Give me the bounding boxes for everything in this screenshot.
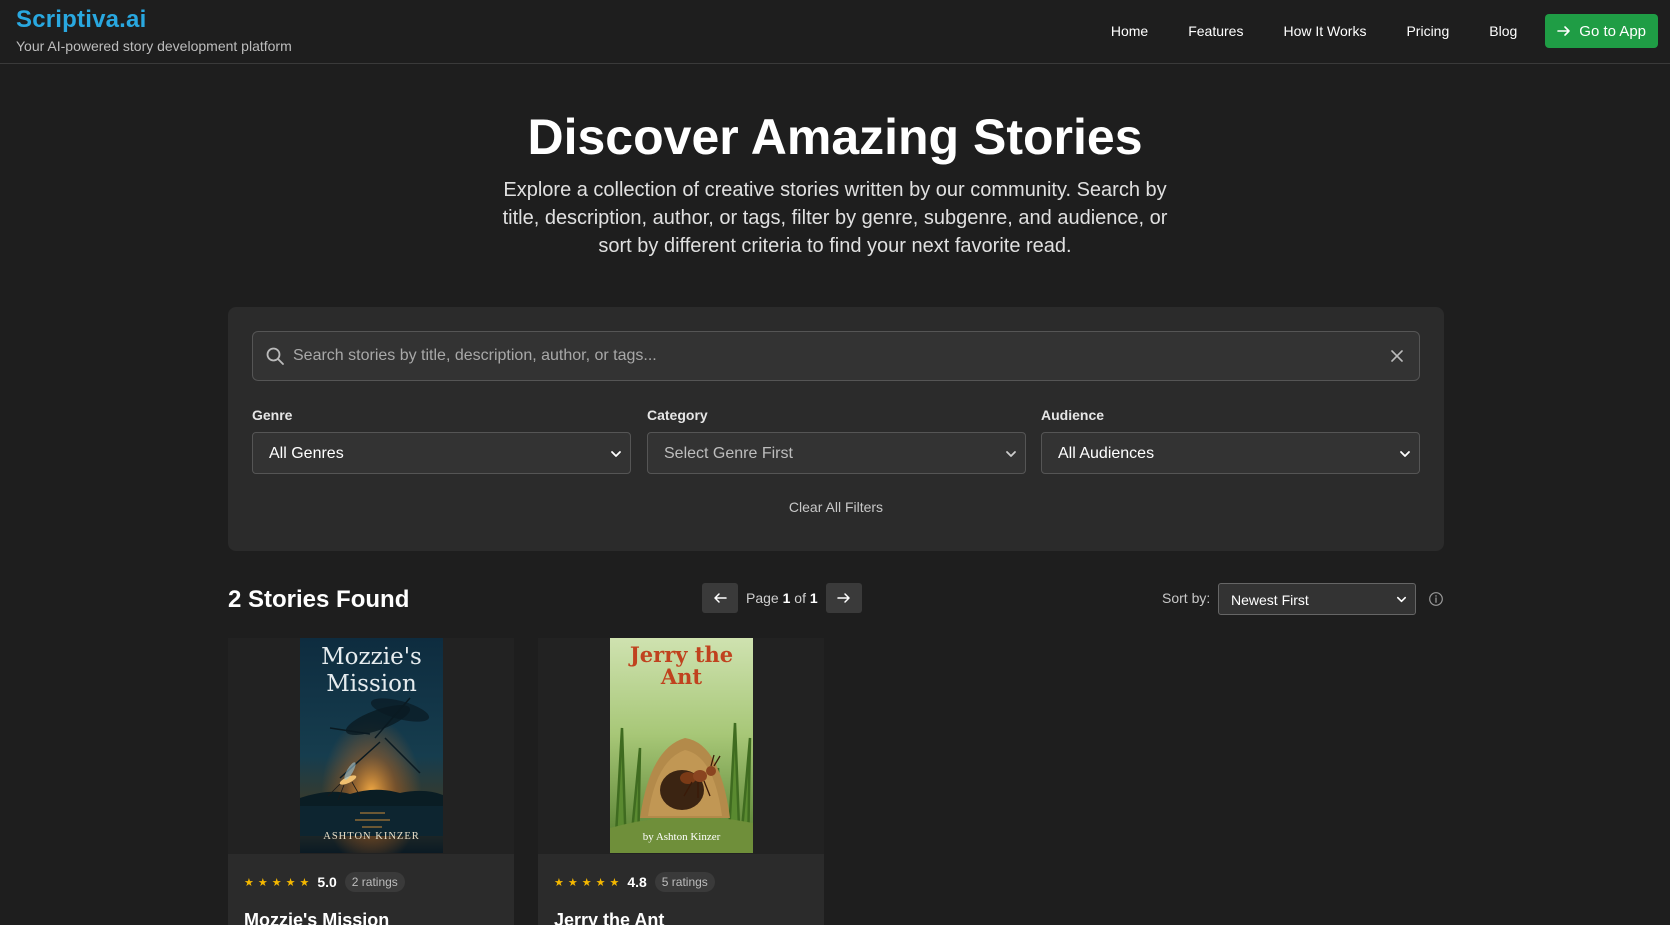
- page-subtitle: Explore a collection of creative stories…: [502, 179, 1168, 257]
- category-select[interactable]: Select Genre First: [647, 432, 1026, 474]
- story-cover-image[interactable]: Jerry the Ant by Ashton Kinzer: [610, 638, 753, 853]
- clear-search-icon[interactable]: [1389, 348, 1405, 364]
- cover-title-line1: Mozzie's: [321, 644, 422, 670]
- pagination: Page 1 of 1: [702, 583, 862, 613]
- story-cover-area: Mozzie's Mission ASHTON KINZER: [228, 638, 514, 854]
- sort-select[interactable]: Newest First: [1218, 583, 1416, 615]
- rating-value: 4.8: [627, 874, 647, 890]
- story-rating: ★★★★★ 5.0 2 ratings: [244, 872, 405, 892]
- info-icon[interactable]: [1428, 591, 1444, 607]
- arrow-left-icon: [714, 593, 727, 603]
- nav-how-it-works-link[interactable]: How It Works: [1283, 23, 1366, 39]
- cover-author: by Ashton Kinzer: [642, 831, 721, 843]
- go-to-app-button[interactable]: Go to App: [1545, 14, 1658, 48]
- brand-logo-text[interactable]: Scriptiva.ai: [16, 6, 292, 34]
- audience-select-value: All Audiences: [1058, 445, 1155, 462]
- arrow-right-icon: [1557, 26, 1571, 36]
- category-label: Category: [647, 407, 708, 423]
- audience-label: Audience: [1041, 407, 1105, 423]
- filter-panel: Genre All Genres Category Select Genre F…: [228, 307, 1444, 551]
- nav-home-link[interactable]: Home: [1111, 23, 1148, 39]
- cover-title-line2: Mission: [326, 671, 417, 697]
- search-icon: [266, 347, 284, 365]
- page-indicator: Page 1 of 1: [746, 590, 818, 606]
- sort-label: Sort by:: [1162, 590, 1211, 606]
- ratings-count-badge: 5 ratings: [654, 872, 715, 892]
- audience-select[interactable]: All Audiences: [1041, 432, 1420, 474]
- arrow-right-icon: [836, 593, 850, 603]
- search-input[interactable]: [293, 332, 1373, 380]
- category-select-value: Select Genre First: [664, 445, 793, 462]
- cover-author: ASHTON KINZER: [323, 831, 420, 842]
- story-title[interactable]: Jerry the Ant: [554, 910, 664, 925]
- nav-features-link[interactable]: Features: [1188, 23, 1243, 39]
- story-rating: ★★★★★ 4.8 5 ratings: [554, 872, 715, 892]
- page-of: of: [794, 590, 806, 606]
- top-navigation-bar: Scriptiva.ai Your AI-powered story devel…: [0, 0, 1670, 64]
- next-page-button[interactable]: [825, 583, 862, 613]
- previous-page-button[interactable]: [702, 583, 738, 613]
- cover-title-line2: Ant: [660, 664, 703, 689]
- story-cover-image[interactable]: Mozzie's Mission ASHTON KINZER: [300, 638, 443, 853]
- story-card-body: ★★★★★ 5.0 2 ratings Mozzie's Mission: [228, 854, 514, 925]
- current-page: 1: [782, 590, 791, 606]
- brand-tagline: Your AI-powered story development platfo…: [16, 38, 292, 54]
- story-card[interactable]: Mozzie's Mission ASHTON KINZER ★★★★★ 5.0…: [228, 638, 514, 925]
- nav-blog-link[interactable]: Blog: [1489, 23, 1517, 39]
- chevron-down-icon: [1397, 596, 1406, 603]
- page-title: Discover Amazing Stories: [527, 109, 1143, 165]
- chevron-down-icon: [1400, 451, 1410, 457]
- stories-found-heading: 2 Stories Found: [228, 586, 410, 613]
- main-nav: Home Features How It Works Pricing Blog …: [1091, 14, 1658, 48]
- genre-select-value: All Genres: [269, 445, 344, 462]
- genre-label: Genre: [252, 407, 293, 423]
- story-title[interactable]: Mozzie's Mission: [244, 910, 389, 925]
- rating-value: 5.0: [317, 874, 337, 890]
- chevron-down-icon: [1006, 451, 1016, 457]
- audience-filter: Audience All Audiences: [1041, 407, 1420, 474]
- total-pages: 1: [809, 590, 818, 606]
- clear-all-filters-link[interactable]: Clear All Filters: [228, 499, 1444, 515]
- ratings-count-badge: 2 ratings: [344, 872, 405, 892]
- genre-select[interactable]: All Genres: [252, 432, 631, 474]
- story-card[interactable]: Jerry the Ant by Ashton Kinzer ★★★★★ 4.8…: [538, 638, 824, 925]
- star-rating-icons: ★★★★★: [244, 876, 314, 889]
- nav-pricing-link[interactable]: Pricing: [1406, 23, 1449, 39]
- search-box: [252, 331, 1420, 381]
- brand[interactable]: Scriptiva.ai Your AI-powered story devel…: [16, 6, 292, 54]
- story-cover-area: Jerry the Ant by Ashton Kinzer: [538, 638, 824, 854]
- chevron-down-icon: [611, 451, 621, 457]
- category-filter: Category Select Genre First: [647, 407, 1026, 474]
- sort-select-value: Newest First: [1231, 592, 1309, 608]
- go-to-app-label: Go to App: [1579, 22, 1646, 40]
- genre-filter: Genre All Genres: [252, 407, 631, 474]
- star-rating-icons: ★★★★★: [554, 876, 624, 889]
- story-card-body: ★★★★★ 4.8 5 ratings Jerry the Ant: [538, 854, 824, 925]
- cover-title-line1: Jerry the: [629, 642, 734, 667]
- page-prefix: Page: [746, 590, 779, 606]
